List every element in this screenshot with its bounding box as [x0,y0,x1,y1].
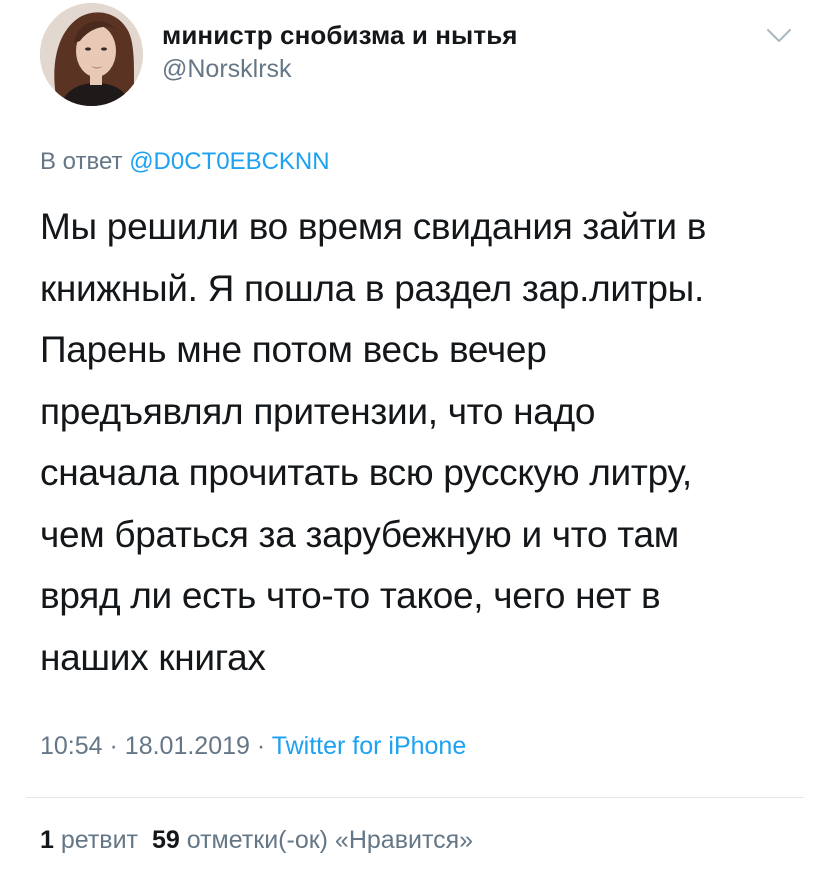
likes-stat[interactable]: 59 отметки(-ок) «Нравится» [152,826,473,854]
tweet-text: Мы решили во время свидания зайти в книж… [40,206,707,678]
tweet-stats: 1 ретвит 59 отметки(-ок) «Нравится» [40,826,473,855]
meta-separator: · [109,732,118,760]
tweet-time: 10:54 [40,732,103,760]
author-display-name[interactable]: министр снобизма и нытья [162,20,518,51]
reply-context: В ответ @D0CT0EBCKNN [40,148,330,176]
likes-count: 59 [151,826,180,854]
tweet-meta: 10:54 · 18.01.2019 · Twitter for iPhone [40,732,466,761]
retweets-count: 1 [40,826,54,854]
meta-separator: · [256,732,266,760]
tweet-source-link[interactable]: Twitter for iPhone [272,732,467,760]
tweet-detail: министр снобизма и нытья @Norsklrsk В от… [0,0,828,883]
tweet-date: 18.01.2019 [124,732,250,760]
divider [26,797,804,798]
profile-photo-image [40,3,143,106]
chevron-down-icon[interactable] [766,28,792,44]
author-handle[interactable]: @Norsklrsk [162,55,292,84]
retweets-label: ретвит [60,826,138,854]
retweets-stat[interactable]: 1 ретвит [40,826,138,854]
reply-mention-link[interactable]: @D0CT0EBCKNN [129,148,329,175]
reply-prefix: В ответ [40,148,123,175]
avatar[interactable] [40,3,143,106]
likes-label: отметки(-ок) «Нравится» [186,826,474,854]
